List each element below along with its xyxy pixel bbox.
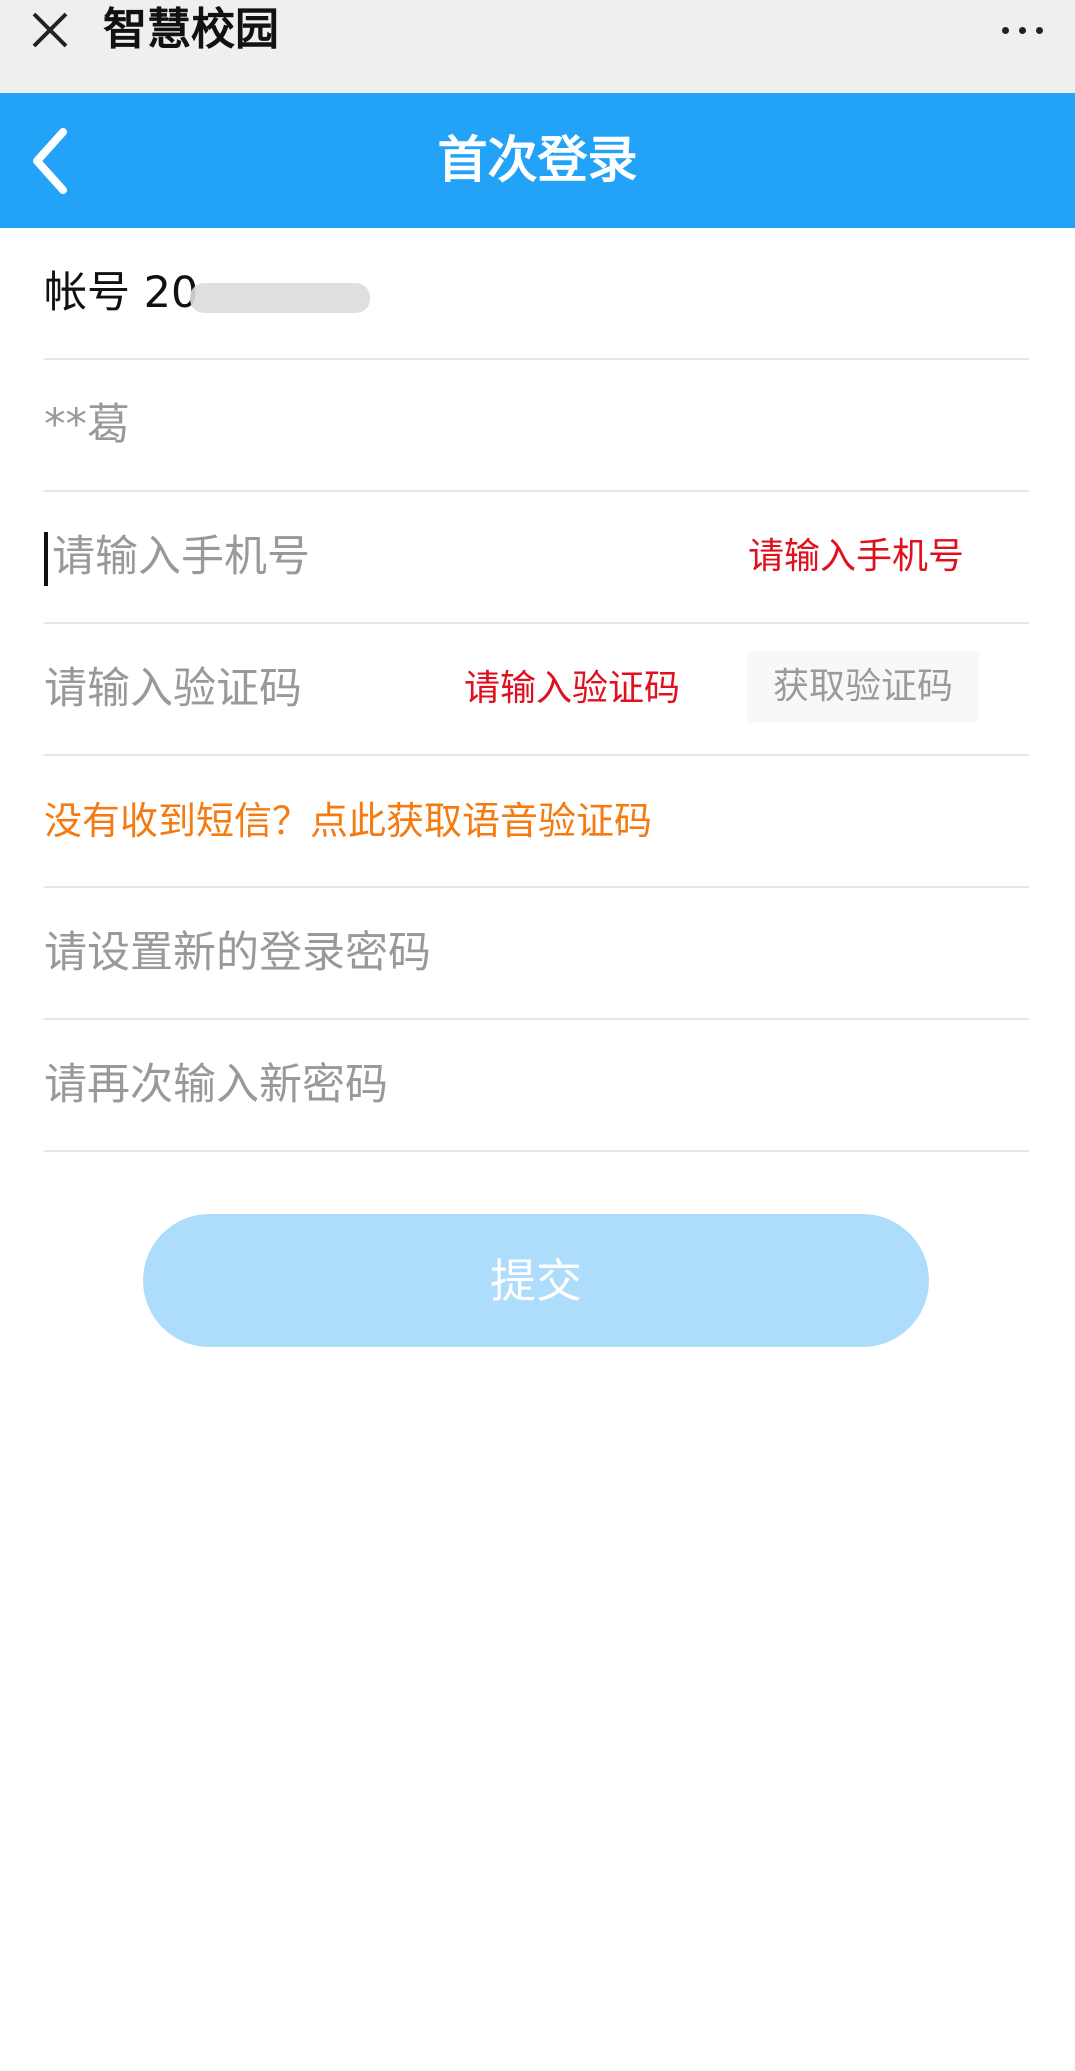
new-password-input[interactable]: 请设置新的登录密码 — [44, 888, 431, 1018]
account-row: 帐号 20 — [44, 228, 1029, 360]
text-cursor — [44, 532, 48, 586]
top-bar: 智慧校园 — [0, 0, 1075, 93]
phone-input[interactable]: 请输入手机号 — [52, 492, 310, 622]
submit-button[interactable]: 提交 — [143, 1214, 929, 1347]
code-row[interactable]: 请输入验证码 请输入验证码 获取验证码 — [44, 624, 1029, 756]
page-title: 首次登录 — [437, 131, 638, 189]
code-error: 请输入验证码 — [464, 668, 681, 709]
account-label: 帐号 20 — [44, 268, 199, 318]
confirm-password-row[interactable]: 请再次输入新密码 — [44, 1020, 1029, 1152]
name-row: **葛 — [44, 360, 1029, 492]
first-login-form: 帐号 20 **葛 请输入手机号 请输入手机号 请输入验证码 请输入验证码 获取… — [44, 228, 1029, 1152]
close-button[interactable] — [20, 0, 80, 60]
name-value: **葛 — [44, 400, 130, 450]
confirm-password-input[interactable]: 请再次输入新密码 — [44, 1020, 388, 1150]
code-input[interactable]: 请输入验证码 — [44, 624, 302, 754]
voice-code-row: 没有收到短信？点此获取语音验证码 — [44, 756, 1029, 888]
close-icon — [32, 12, 68, 48]
more-dot — [1035, 26, 1043, 34]
phone-row[interactable]: 请输入手机号 请输入手机号 — [44, 492, 1029, 624]
more-button[interactable] — [987, 0, 1057, 60]
app-title: 智慧校园 — [103, 4, 279, 55]
more-dots-icon — [1001, 26, 1009, 34]
more-dot — [1018, 26, 1026, 34]
new-password-row[interactable]: 请设置新的登录密码 — [44, 888, 1029, 1020]
account-mask — [190, 283, 370, 313]
voice-code-link[interactable]: 没有收到短信？点此获取语音验证码 — [44, 756, 652, 886]
get-code-button[interactable]: 获取验证码 — [747, 651, 979, 723]
phone-error: 请输入手机号 — [748, 536, 965, 577]
page-header: 首次登录 — [0, 93, 1075, 228]
